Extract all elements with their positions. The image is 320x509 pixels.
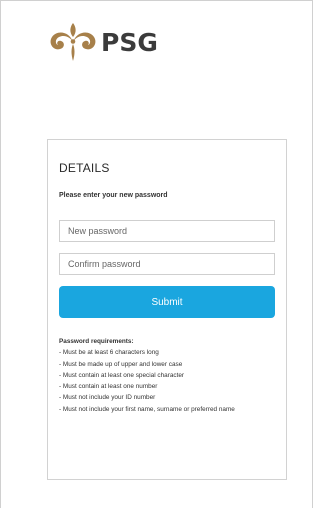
requirement-item: - Must not include your ID number <box>59 394 156 402</box>
requirement-item: - Must be made up of upper and lower cas… <box>59 360 183 368</box>
requirement-item: - Must not include your first name, surn… <box>59 405 235 413</box>
card-title: DETAILS <box>59 161 110 175</box>
submit-button[interactable]: Submit <box>59 286 275 318</box>
brand-name: PSG <box>101 27 158 57</box>
psg-logo: PSG <box>48 22 158 62</box>
requirement-item: - Must be at least 6 characters long <box>59 349 159 357</box>
requirements-list: - Must be at least 6 characters long - M… <box>59 347 281 415</box>
password-requirements: Password requirements: - Must be at leas… <box>59 336 281 415</box>
confirm-password-input[interactable] <box>59 253 275 275</box>
new-password-input[interactable] <box>59 220 275 242</box>
psg-emblem-icon <box>50 23 96 61</box>
requirement-item: - Must contain at least one special char… <box>59 371 185 379</box>
instruction-text: Please enter your new password <box>59 192 168 199</box>
login-page: PSG DETAILS Please enter your new passwo… <box>0 0 313 508</box>
requirements-title: Password requirements: <box>59 338 134 345</box>
password-reset-card: DETAILS Please enter your new password S… <box>47 139 287 480</box>
requirement-item: - Must contain at least one number <box>59 383 158 391</box>
